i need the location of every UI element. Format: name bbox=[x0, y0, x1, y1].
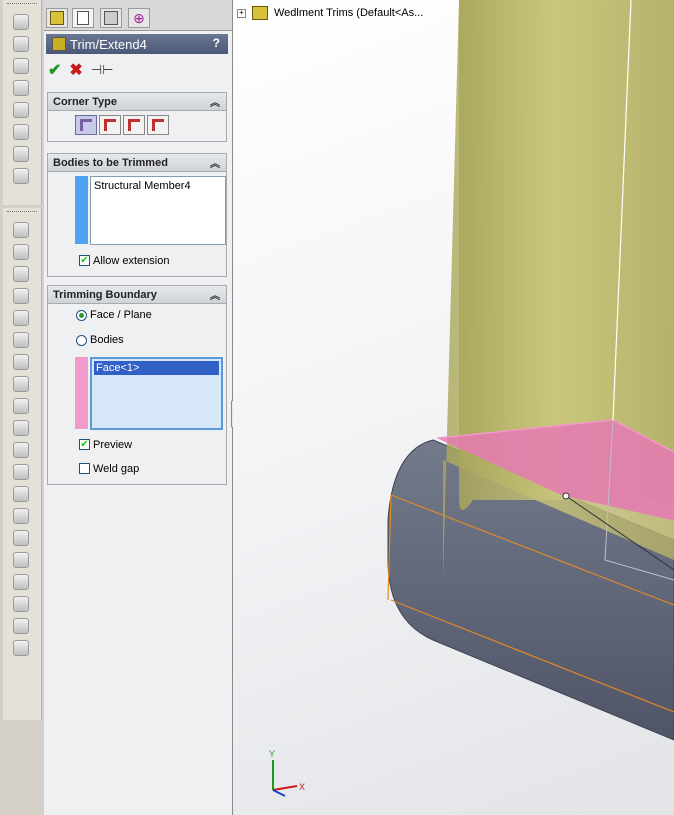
shell-icon[interactable] bbox=[13, 442, 29, 458]
ok-check-icon[interactable]: ✔ bbox=[48, 60, 61, 80]
end-cap-icon[interactable] bbox=[13, 266, 29, 282]
end-miter-icon bbox=[104, 119, 116, 131]
bodies-header[interactable]: Bodies to be Trimmed ︽ bbox=[48, 154, 226, 172]
allow-extension-label: Allow extension bbox=[93, 255, 170, 267]
weld-gap-checkbox[interactable] bbox=[79, 463, 90, 474]
page-title: Trim/Extend4 bbox=[70, 36, 147, 52]
chamfer-icon[interactable] bbox=[13, 420, 29, 436]
corner-type-end-trim-button[interactable] bbox=[75, 115, 97, 135]
curves-icon[interactable] bbox=[13, 596, 29, 612]
tab-configuration-manager[interactable] bbox=[100, 8, 122, 28]
triad-x-label: X bbox=[299, 782, 305, 792]
rectangle-tool-icon[interactable] bbox=[13, 80, 29, 96]
action-buttons: ✔ ✖ ⊣⊢ bbox=[48, 60, 113, 80]
bodies-to-be-trimmed-group: Bodies to be Trimmed ︽ Structural Member… bbox=[47, 153, 227, 277]
reference-axis-icon[interactable] bbox=[13, 574, 29, 590]
extrude-boss-icon[interactable] bbox=[13, 354, 29, 370]
hole-wizard-icon[interactable] bbox=[13, 398, 29, 414]
structural-member-icon[interactable] bbox=[13, 222, 29, 238]
tab-feature-manager[interactable] bbox=[46, 8, 68, 28]
pattern-icon[interactable] bbox=[13, 530, 29, 546]
bodies-radio[interactable] bbox=[76, 335, 87, 346]
allow-extension-checkbox[interactable]: ✔ bbox=[79, 255, 90, 266]
collapse-chevron-icon[interactable]: ︽ bbox=[210, 287, 220, 302]
triad-y-label: Y bbox=[269, 749, 275, 759]
feature-tree-icon bbox=[50, 11, 64, 25]
property-manager-panel: ⊕ Trim/Extend4 ? ✔ ✖ ⊣⊢ Corner Type ︽ Bo… bbox=[44, 0, 233, 815]
toolbar-strip-top bbox=[3, 0, 42, 205]
reference-plane-icon[interactable] bbox=[13, 552, 29, 568]
property-list-icon bbox=[77, 11, 89, 25]
boundary-color-swatch bbox=[75, 357, 88, 429]
trim-entities-icon[interactable] bbox=[13, 168, 29, 184]
corner-type-end-butt2-button[interactable] bbox=[147, 115, 169, 135]
fillet-tool-icon[interactable] bbox=[13, 146, 29, 162]
tab-property-manager[interactable] bbox=[72, 8, 94, 28]
boundary-header[interactable]: Trimming Boundary ︽ bbox=[48, 286, 226, 304]
group-title: Trimming Boundary bbox=[53, 288, 157, 301]
corner-type-header[interactable]: Corner Type ︽ bbox=[48, 93, 226, 111]
preview-label: Preview bbox=[93, 439, 133, 451]
gusset-icon[interactable] bbox=[13, 288, 29, 304]
manager-tabs: ⊕ bbox=[44, 0, 232, 31]
bodies-label: Bodies bbox=[90, 334, 124, 346]
end-trim-icon bbox=[80, 119, 92, 131]
rib-icon[interactable] bbox=[13, 464, 29, 480]
left-command-toolbar bbox=[0, 0, 44, 815]
toolbar-grip[interactable] bbox=[7, 3, 37, 8]
tab-dimxpert-manager[interactable]: ⊕ bbox=[128, 8, 150, 28]
selection-point-marker bbox=[562, 492, 570, 500]
trim-extend-feature-icon bbox=[52, 37, 66, 51]
cancel-x-icon[interactable]: ✖ bbox=[69, 60, 82, 80]
configuration-icon bbox=[104, 11, 118, 25]
smart-dimension-icon[interactable] bbox=[13, 36, 29, 52]
weldment-icon[interactable] bbox=[13, 244, 29, 260]
collapse-chevron-icon[interactable]: ︽ bbox=[210, 94, 220, 109]
circle-tool-icon[interactable] bbox=[13, 102, 29, 118]
draft-icon[interactable] bbox=[13, 486, 29, 502]
trimming-boundary-group: Trimming Boundary ︽ Face / Plane Bodies … bbox=[47, 285, 227, 485]
list-item[interactable]: Structural Member4 bbox=[91, 177, 225, 195]
graphics-viewport[interactable]: + Wedlment Trims (Default<As... Y X bbox=[233, 0, 674, 815]
group-title: Corner Type bbox=[53, 95, 117, 108]
boundary-selection-list[interactable]: Face<1> bbox=[90, 357, 223, 430]
corner-type-end-butt1-button[interactable] bbox=[123, 115, 145, 135]
face-plane-radio[interactable] bbox=[76, 310, 87, 321]
end-butt2-icon bbox=[152, 119, 164, 131]
body-color-swatch bbox=[75, 176, 88, 244]
preview-checkbox[interactable]: ✔ bbox=[79, 439, 90, 450]
bodies-selection-list[interactable]: Structural Member4 bbox=[90, 176, 226, 245]
fillet-bead-icon[interactable] bbox=[13, 332, 29, 348]
model-3d-view[interactable]: Y X bbox=[233, 0, 674, 815]
toolbar-grip[interactable] bbox=[7, 211, 37, 216]
coordinate-triad bbox=[272, 760, 298, 797]
trim-extend-icon[interactable] bbox=[13, 310, 29, 326]
mirror-icon[interactable] bbox=[13, 508, 29, 524]
crosshair-icon: ⊕ bbox=[133, 9, 145, 26]
toolbar-strip-weldments bbox=[3, 208, 42, 720]
collapse-chevron-icon[interactable]: ︽ bbox=[210, 155, 220, 170]
list-item-selected[interactable]: Face<1> bbox=[94, 361, 219, 375]
group-title: Bodies to be Trimmed bbox=[53, 156, 168, 169]
keep-visible-pin-icon[interactable]: ⊣⊢ bbox=[91, 62, 114, 78]
arc-tool-icon[interactable] bbox=[13, 124, 29, 140]
sketch-tool-icon[interactable] bbox=[13, 14, 29, 30]
instant3d-icon[interactable] bbox=[13, 618, 29, 634]
extrude-cut-icon[interactable] bbox=[13, 376, 29, 392]
weld-gap-label: Weld gap bbox=[93, 463, 140, 475]
line-tool-icon[interactable] bbox=[13, 58, 29, 74]
help-button[interactable]: ? bbox=[213, 36, 220, 50]
split-line-icon[interactable] bbox=[13, 640, 29, 656]
face-plane-label: Face / Plane bbox=[90, 309, 152, 321]
property-manager-title-bar: Trim/Extend4 ? bbox=[46, 34, 228, 54]
corner-type-group: Corner Type ︽ bbox=[47, 92, 227, 142]
corner-type-end-miter-button[interactable] bbox=[99, 115, 121, 135]
end-butt1-icon bbox=[128, 119, 140, 131]
